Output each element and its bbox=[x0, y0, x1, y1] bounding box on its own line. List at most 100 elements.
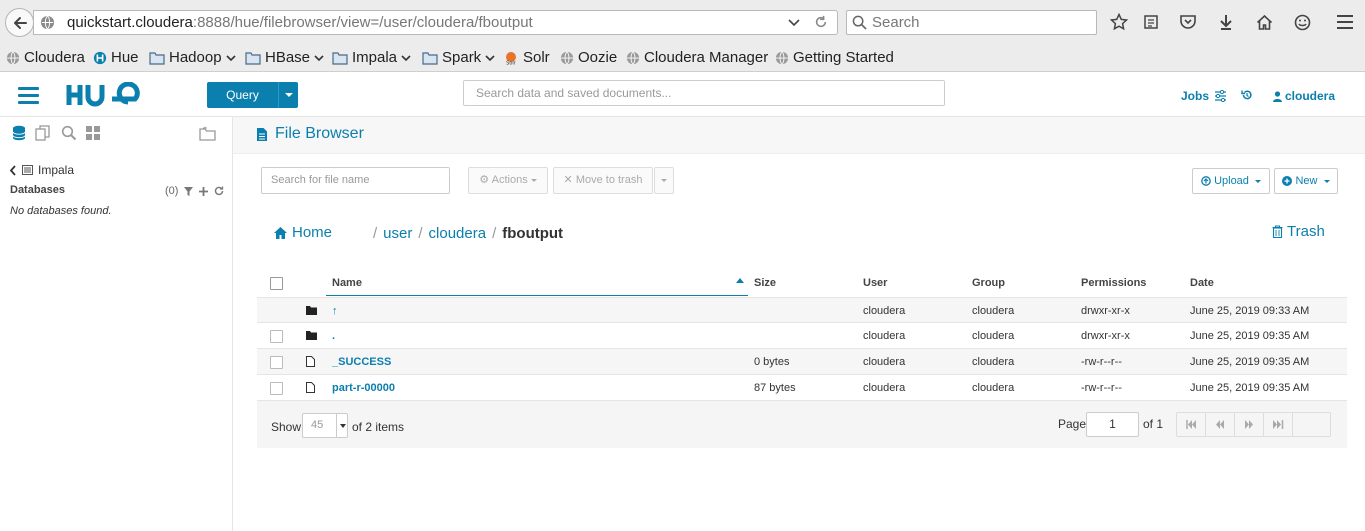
actions-label: Actions bbox=[491, 174, 528, 186]
chevron-down-icon bbox=[225, 54, 236, 61]
folder-open-icon[interactable] bbox=[199, 126, 217, 141]
pocket-icon[interactable] bbox=[1178, 12, 1198, 32]
database-icon[interactable] bbox=[11, 125, 27, 141]
chevron-left-icon[interactable] bbox=[9, 164, 17, 176]
table-row[interactable]: _SUCCESS 0 bytes cloudera cloudera -rw-r… bbox=[257, 349, 1347, 375]
hue-icon bbox=[93, 51, 107, 64]
hamburger-menu-icon[interactable] bbox=[18, 87, 39, 104]
url-bar[interactable]: quickstart.cloudera:8888/hue/filebrowser… bbox=[33, 10, 838, 35]
row-checkbox[interactable] bbox=[270, 356, 283, 369]
trash-options-dropdown[interactable] bbox=[654, 167, 674, 194]
bookmark-spark[interactable]: Spark bbox=[422, 49, 495, 66]
file-group: cloudera bbox=[972, 330, 1015, 342]
back-button[interactable] bbox=[5, 8, 34, 37]
bookmark-label: Cloudera Manager bbox=[644, 49, 769, 66]
col-name-header[interactable]: Name bbox=[332, 270, 362, 296]
col-permissions-header[interactable]: Permissions bbox=[1081, 270, 1146, 296]
plus-icon[interactable] bbox=[199, 186, 209, 196]
table-row[interactable]: . cloudera cloudera drwxr-xr-x June 25, … bbox=[257, 323, 1347, 349]
bookmark-impala[interactable]: Impala bbox=[332, 49, 411, 66]
move-to-trash-button[interactable]: ✕ Move to trash bbox=[553, 167, 653, 194]
bookmark-cloudera-manager[interactable]: Cloudera Manager bbox=[626, 49, 768, 66]
grid-icon[interactable] bbox=[85, 125, 101, 141]
hue-logo[interactable] bbox=[66, 82, 146, 108]
file-date: June 25, 2019 09:35 AM bbox=[1190, 330, 1310, 342]
file-search-input[interactable]: Search for file name bbox=[261, 167, 450, 194]
first-page-icon[interactable] bbox=[1177, 413, 1206, 436]
col-date-header[interactable]: Date bbox=[1190, 270, 1214, 296]
browser-search-input[interactable]: Search bbox=[846, 10, 1097, 35]
file-date: June 25, 2019 09:35 AM bbox=[1190, 356, 1310, 368]
bookmark-hadoop[interactable]: Hadoop bbox=[149, 49, 236, 66]
page-number-input[interactable]: 1 bbox=[1086, 412, 1139, 437]
bookmark-oozie[interactable]: Oozie bbox=[560, 49, 617, 66]
row-checkbox[interactable] bbox=[270, 330, 283, 343]
breadcrumb-user[interactable]: user bbox=[383, 225, 412, 242]
row-checkbox[interactable] bbox=[270, 382, 283, 395]
folder-icon bbox=[306, 306, 317, 315]
global-search-placeholder: Search data and saved documents... bbox=[476, 86, 672, 100]
assist-breadcrumb[interactable]: Impala bbox=[9, 163, 74, 177]
breadcrumb-current[interactable]: fboutput bbox=[502, 225, 563, 242]
download-icon[interactable] bbox=[1216, 12, 1236, 32]
bookmark-getting-started[interactable]: Getting Started bbox=[775, 49, 894, 66]
file-name-link[interactable]: ↑ bbox=[332, 298, 338, 324]
sort-asc-icon[interactable] bbox=[736, 278, 744, 283]
bookmark-hbase[interactable]: HBase bbox=[245, 49, 324, 66]
refresh-icon[interactable] bbox=[214, 186, 224, 196]
home-link[interactable]: Home bbox=[274, 224, 332, 241]
file-user: cloudera bbox=[863, 330, 906, 342]
info-globe-icon[interactable] bbox=[40, 15, 55, 30]
documents-icon[interactable] bbox=[35, 125, 53, 141]
search-icon[interactable] bbox=[61, 125, 77, 141]
bookmark-cloudera[interactable]: Cloudera bbox=[6, 49, 85, 66]
history-icon[interactable] bbox=[1241, 89, 1253, 101]
file-table: Name Size User Group Permissions Date ↑ … bbox=[257, 270, 1347, 401]
page-size-dropdown-toggle[interactable] bbox=[336, 414, 348, 437]
chevron-down-icon[interactable] bbox=[786, 14, 802, 30]
bookmark-label: Oozie bbox=[578, 49, 618, 66]
pagination-bar: Show 45 of 2 items Page 1 of 1 bbox=[257, 401, 1347, 448]
next-page-icon[interactable] bbox=[1235, 413, 1264, 436]
filter-icon[interactable] bbox=[184, 186, 194, 196]
breadcrumb-cloudera[interactable]: cloudera bbox=[429, 225, 487, 242]
col-user-header[interactable]: User bbox=[863, 270, 887, 296]
col-group-header[interactable]: Group bbox=[972, 270, 1005, 296]
bookmark-hue[interactable]: Hue bbox=[93, 49, 139, 66]
star-icon[interactable] bbox=[1109, 12, 1129, 32]
table-row[interactable]: part-r-00000 87 bytes cloudera cloudera … bbox=[257, 375, 1347, 401]
file-name-link[interactable]: . bbox=[332, 323, 335, 349]
new-button[interactable]: New bbox=[1274, 168, 1338, 194]
user-menu[interactable]: cloudera bbox=[1273, 89, 1335, 103]
home-icon[interactable] bbox=[1254, 12, 1274, 32]
arrow-left-icon bbox=[13, 16, 27, 29]
bookmark-label: Impala bbox=[352, 49, 398, 66]
upload-button[interactable]: Upload bbox=[1192, 168, 1270, 194]
last-page-icon[interactable] bbox=[1264, 413, 1293, 436]
reading-list-icon[interactable] bbox=[1141, 12, 1161, 32]
table-row[interactable]: ↑ cloudera cloudera drwxr-xr-x June 25, … bbox=[257, 297, 1347, 323]
file-size: 87 bytes bbox=[754, 382, 796, 394]
reload-icon[interactable] bbox=[814, 15, 828, 29]
actions-button[interactable]: ⚙ Actions bbox=[468, 167, 548, 194]
select-all-checkbox[interactable] bbox=[270, 277, 283, 290]
query-button[interactable]: Query bbox=[207, 82, 298, 108]
trash-link[interactable]: Trash bbox=[1272, 223, 1325, 240]
pager-buttons bbox=[1176, 412, 1331, 437]
bookmark-solr[interactable]: Solr Solr bbox=[503, 49, 550, 66]
browser-search-placeholder: Search bbox=[872, 14, 920, 31]
global-search-input[interactable]: Search data and saved documents... bbox=[463, 80, 945, 106]
file-name-link[interactable]: _SUCCESS bbox=[332, 349, 391, 375]
file-group: cloudera bbox=[972, 356, 1015, 368]
menu-icon[interactable] bbox=[1335, 12, 1355, 32]
file-date: June 25, 2019 09:35 AM bbox=[1190, 382, 1310, 394]
query-dropdown-toggle[interactable] bbox=[278, 82, 298, 108]
col-size-header[interactable]: Size bbox=[754, 270, 776, 296]
file-name-link[interactable]: part-r-00000 bbox=[332, 375, 395, 401]
page-count-label: of 1 bbox=[1143, 417, 1164, 431]
folder-icon bbox=[422, 51, 438, 65]
page-size-select[interactable]: 45 bbox=[302, 413, 348, 438]
previous-page-icon[interactable] bbox=[1206, 413, 1235, 436]
emoji-icon[interactable] bbox=[1292, 12, 1312, 32]
jobs-button[interactable]: Jobs bbox=[1181, 89, 1227, 103]
